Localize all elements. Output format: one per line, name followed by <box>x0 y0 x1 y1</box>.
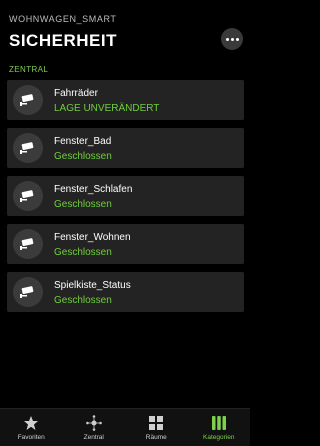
star-icon <box>24 416 39 430</box>
tab-label: Zentral <box>83 434 104 441</box>
device-item-fahrraeder[interactable]: Fahrräder LAGE UNVERÄNDERT <box>7 80 244 120</box>
camera-icon <box>13 229 43 259</box>
device-list: Fahrräder LAGE UNVERÄNDERT Fenster_Bad G… <box>7 80 244 320</box>
device-item-fenster-bad[interactable]: Fenster_Bad Geschlossen <box>7 128 244 168</box>
tab-raeume[interactable]: Räume <box>125 409 188 446</box>
device-state: Geschlossen <box>54 295 112 306</box>
tab-label: Kategorien <box>203 434 235 441</box>
hub-icon <box>85 415 102 431</box>
tab-favoriten[interactable]: Favoriten <box>0 409 63 446</box>
more-options-button[interactable] <box>221 28 243 50</box>
camera-icon <box>13 181 43 211</box>
more-dot-icon <box>235 37 239 41</box>
device-name: Fenster_Schlafen <box>54 184 133 195</box>
more-dot-icon <box>225 37 229 41</box>
device-name: Fenster_Wohnen <box>54 232 131 243</box>
app-name: WOHNWAGEN_SMART <box>9 14 117 24</box>
device-state: Geschlossen <box>54 199 112 210</box>
device-name: Fahrräder <box>54 88 98 99</box>
tab-bar: Favoriten Zentral Räume Kategorien <box>0 408 250 446</box>
device-item-spielkiste-status[interactable]: Spielkiste_Status Geschlossen <box>7 272 244 312</box>
device-name: Fenster_Bad <box>54 136 112 147</box>
device-state: Geschlossen <box>54 151 112 162</box>
device-state: Geschlossen <box>54 247 112 258</box>
page-title: SICHERHEIT <box>9 31 117 50</box>
tab-label: Favoriten <box>17 434 45 441</box>
tab-label: Räume <box>145 434 167 441</box>
categories-icon <box>211 416 226 430</box>
more-dot-icon <box>230 37 234 41</box>
tab-zentral[interactable]: Zentral <box>63 409 126 446</box>
camera-icon <box>13 277 43 307</box>
device-item-fenster-wohnen[interactable]: Fenster_Wohnen Geschlossen <box>7 224 244 264</box>
section-label: ZENTRAL <box>9 65 49 74</box>
header: WOHNWAGEN_SMART SICHERHEIT <box>0 0 250 64</box>
tab-kategorien[interactable]: Kategorien <box>188 409 251 446</box>
camera-icon <box>13 133 43 163</box>
device-name: Spielkiste_Status <box>54 280 131 291</box>
grid-icon <box>149 416 164 430</box>
camera-icon <box>13 85 43 115</box>
device-item-fenster-schlafen[interactable]: Fenster_Schlafen Geschlossen <box>7 176 244 216</box>
device-state: LAGE UNVERÄNDERT <box>54 103 160 114</box>
